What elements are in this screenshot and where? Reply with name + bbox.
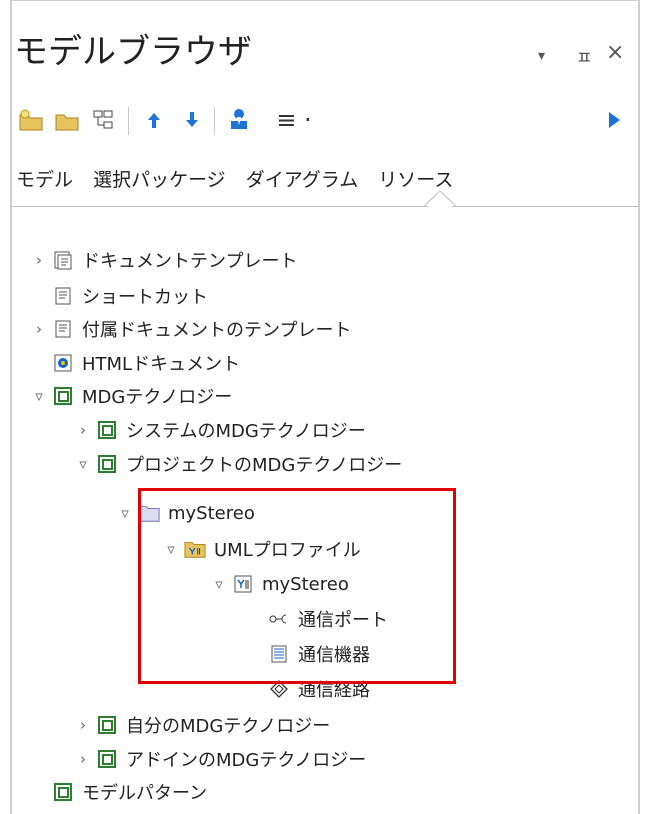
tab-resources[interactable]: リソース <box>378 165 453 192</box>
toolbar: ≡ · <box>16 103 636 137</box>
mdg-technology-icon <box>96 748 118 770</box>
user-button[interactable] <box>224 103 254 137</box>
panel-title: モデルブラウザ <box>14 32 252 72</box>
move-down-button[interactable] <box>178 103 206 137</box>
expand-icon[interactable]: › <box>74 716 92 734</box>
pin-icon[interactable]: ㅍ <box>576 44 593 70</box>
tree-item-document-templates[interactable]: › ドキュメントテンプレート <box>30 244 297 276</box>
new-package-icon <box>19 109 43 131</box>
mdg-technology-icon <box>96 419 118 441</box>
document-template-icon <box>52 249 74 271</box>
tree-item-html-documents[interactable]: HTMLドキュメント <box>30 347 240 379</box>
collapse-icon[interactable]: ▿ <box>74 455 92 473</box>
mdg-technology-icon <box>96 453 118 475</box>
toolbar-separator <box>214 107 215 135</box>
close-icon[interactable]: × <box>606 40 624 65</box>
play-icon <box>609 112 620 128</box>
expand-icon[interactable]: › <box>74 421 92 439</box>
expand-icon[interactable]: › <box>74 750 92 768</box>
mdg-technology-icon <box>96 714 118 736</box>
tree-item-linked-doc-templates[interactable]: › 付属ドキュメントのテンプレート <box>30 313 351 345</box>
tab-underline <box>452 206 638 207</box>
open-folder-button[interactable] <box>52 103 82 137</box>
tree-item-shortcuts[interactable]: ショートカット <box>30 280 208 312</box>
open-folder-icon <box>55 114 79 131</box>
tab-bar: モデル 選択パッケージ ダイアグラム リソース <box>16 165 467 192</box>
toolbar-separator <box>128 107 129 135</box>
move-up-icon <box>148 113 160 128</box>
tree-item-user-mdg[interactable]: › 自分のMDGテクノロジー <box>74 709 330 741</box>
collapse-icon[interactable]: ▿ <box>30 387 48 405</box>
user-icon <box>231 109 247 129</box>
panel-left-edge <box>10 0 12 814</box>
tree-item-mdg-technologies[interactable]: ▿ MDGテクノロジー <box>30 380 232 412</box>
diagram-icon <box>93 110 113 129</box>
move-down-icon <box>186 112 198 127</box>
highlight-box <box>138 488 456 684</box>
panel-top-border <box>10 0 640 1</box>
panel-dropdown-icon[interactable]: ▾ <box>538 48 545 64</box>
html-document-icon <box>52 352 74 374</box>
shortcut-icon <box>52 285 74 307</box>
tab-model[interactable]: モデル <box>16 165 73 192</box>
active-tab-indicator <box>424 190 456 207</box>
expand-icon[interactable]: › <box>30 251 48 269</box>
expand-icon[interactable]: › <box>30 320 48 338</box>
tree-item-addin-mdg[interactable]: › アドインのMDGテクノロジー <box>74 743 366 775</box>
tree-item-model-patterns[interactable]: モデルパターン <box>30 776 207 808</box>
diagram-button[interactable] <box>88 103 118 137</box>
tab-underline <box>10 206 428 207</box>
tab-selected-package[interactable]: 選択パッケージ <box>93 165 226 192</box>
panel-right-border <box>638 0 640 814</box>
document-template-icon <box>52 318 74 340</box>
collapse-icon[interactable]: ▿ <box>116 504 134 522</box>
mdg-technology-icon <box>52 781 74 803</box>
tree-item-system-mdg[interactable]: › システムのMDGテクノロジー <box>74 414 366 446</box>
move-up-button[interactable] <box>140 103 168 137</box>
new-package-button[interactable] <box>16 103 46 137</box>
tab-diagram[interactable]: ダイアグラム <box>246 165 358 192</box>
menu-icon: ≡ · <box>276 106 312 134</box>
tree-item-project-mdg[interactable]: ▿ プロジェクトのMDGテクノロジー <box>74 448 402 480</box>
menu-button[interactable]: ≡ · <box>264 103 324 137</box>
run-button[interactable] <box>600 103 628 137</box>
mdg-technology-icon <box>52 385 74 407</box>
